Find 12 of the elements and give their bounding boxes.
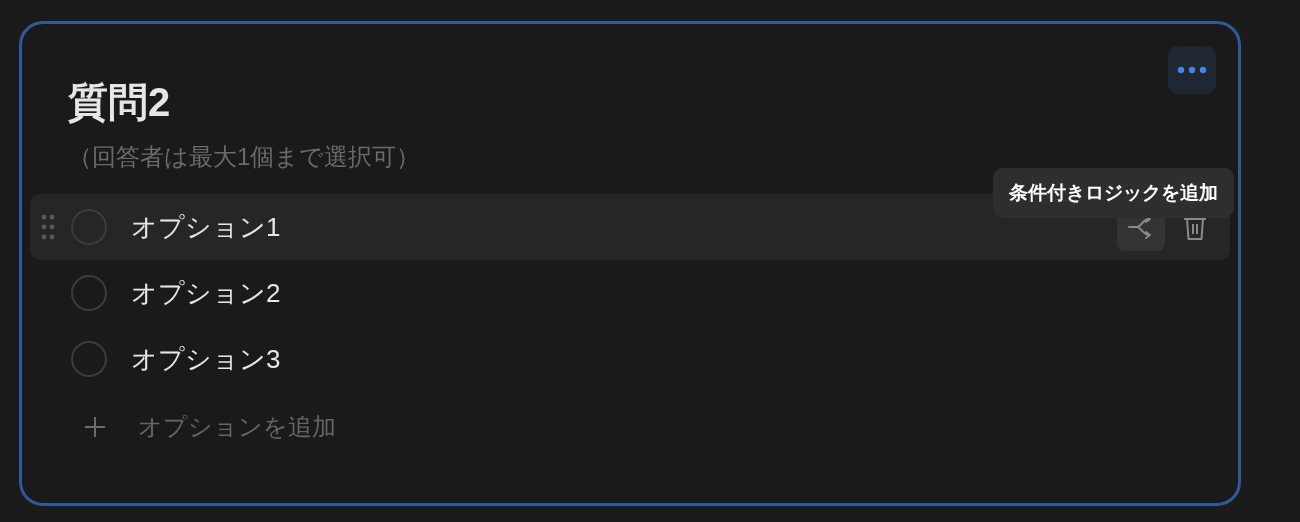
option-label[interactable]: オプション2 [131,273,281,313]
radio-button[interactable] [71,275,107,311]
more-button[interactable] [1168,46,1216,94]
question-hint: （回答者は最大1個まで選択可） [68,142,422,172]
more-icon [1177,66,1207,74]
option-label[interactable]: オプション3 [131,339,281,379]
question-title: 質問2 [68,79,172,126]
plus-icon[interactable] [84,416,106,438]
drag-handle-icon[interactable] [41,214,55,240]
option-label[interactable]: オプション1 [131,207,281,247]
tooltip: 条件付きロジックを追加 [993,168,1234,218]
radio-button[interactable] [71,341,107,377]
